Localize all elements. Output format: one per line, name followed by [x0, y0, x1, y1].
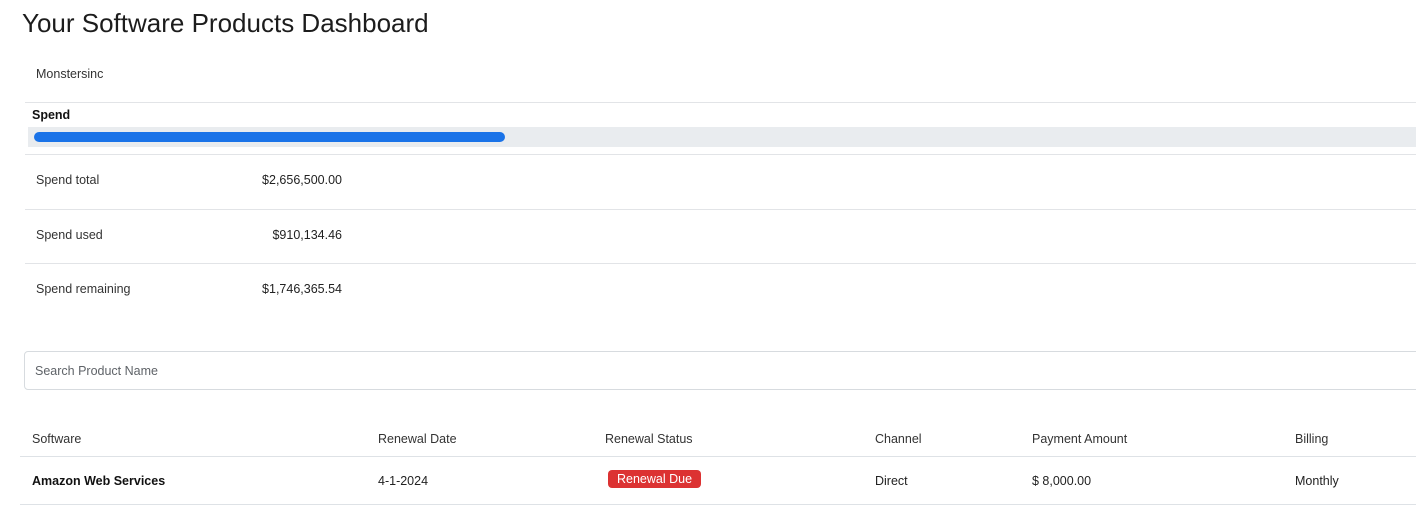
- channel: Direct: [875, 474, 908, 488]
- search-input[interactable]: [24, 351, 1416, 390]
- spend-total-label: Spend total: [36, 173, 100, 187]
- spend-used-value: $910,134.46: [272, 228, 342, 242]
- payment-amount: $ 8,000.00: [1032, 474, 1092, 488]
- spend-progress-bar: [28, 127, 1416, 147]
- spend-used-label: Spend used: [36, 228, 103, 242]
- divider: [25, 209, 1416, 210]
- column-header-renewal-status[interactable]: Renewal Status: [605, 432, 693, 446]
- renewal-date: 4-1-2024: [378, 474, 429, 488]
- page-title: Your Software Products Dashboard: [22, 8, 429, 38]
- spend-remaining-label: Spend remaining: [36, 282, 131, 296]
- row-divider: [20, 504, 1416, 505]
- spend-title: Spend: [32, 108, 71, 122]
- column-header-software[interactable]: Software: [32, 432, 81, 446]
- column-header-payment-amount[interactable]: Payment Amount: [1032, 432, 1127, 446]
- column-header-billing[interactable]: Billing: [1295, 432, 1328, 446]
- divider: [25, 154, 1416, 155]
- header-divider: [20, 456, 1416, 457]
- billing: Monthly: [1295, 474, 1339, 488]
- organization-name: Monstersinc: [36, 67, 104, 81]
- divider: [25, 263, 1416, 264]
- column-header-channel[interactable]: Channel: [875, 432, 922, 446]
- spend-progress-fill: [34, 132, 505, 142]
- column-header-renewal-date[interactable]: Renewal Date: [378, 432, 457, 446]
- software-name[interactable]: Amazon Web Services: [32, 474, 165, 488]
- spend-remaining-value: $1,746,365.54: [262, 282, 342, 296]
- spend-total-value: $2,656,500.00: [262, 173, 342, 187]
- divider: [25, 102, 1416, 103]
- status-badge: Renewal Due: [608, 470, 702, 488]
